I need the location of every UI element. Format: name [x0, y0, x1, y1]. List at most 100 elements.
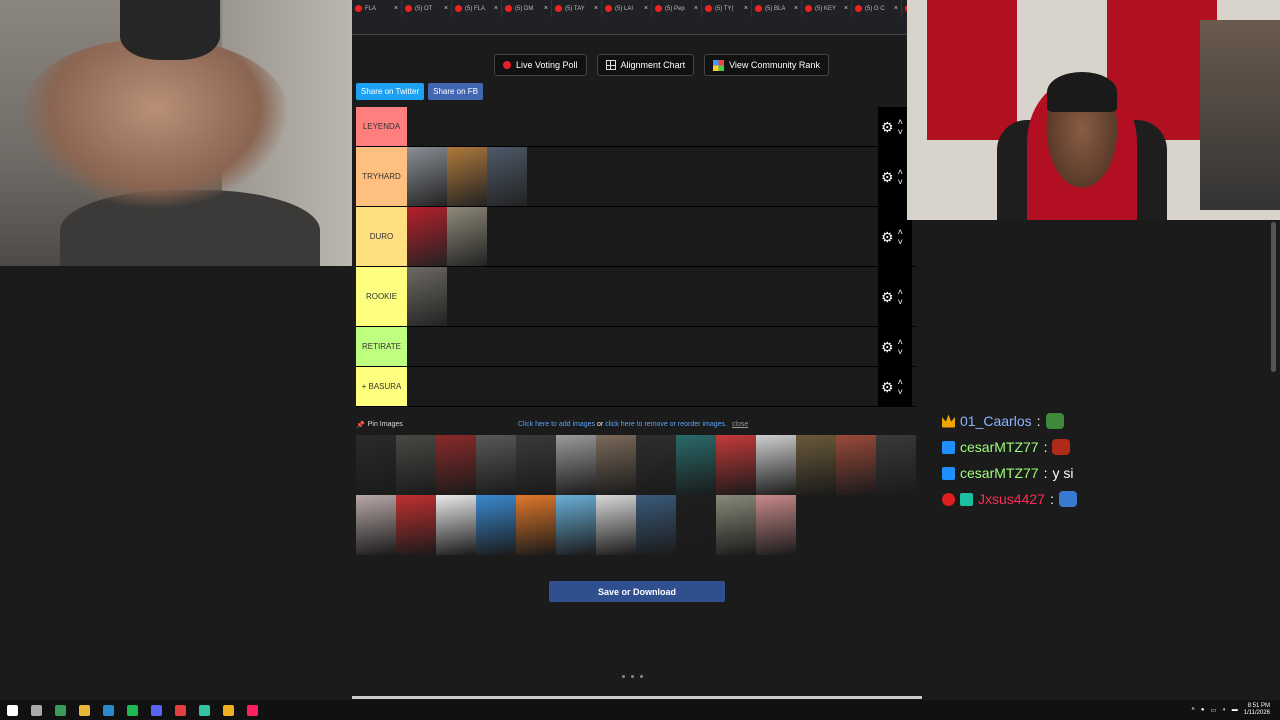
windows-start-icon[interactable]	[0, 700, 24, 720]
pool-image[interactable]	[516, 495, 556, 555]
tiktok-icon[interactable]	[240, 700, 264, 720]
pool-image[interactable]	[716, 435, 756, 495]
pool-image[interactable]	[796, 435, 836, 495]
pool-image[interactable]	[516, 435, 556, 495]
close-link[interactable]: close	[732, 421, 748, 428]
vertical-scrollbar[interactable]	[1271, 222, 1276, 372]
pool-image[interactable]	[596, 435, 636, 495]
horizontal-scrollbar[interactable]	[352, 696, 922, 699]
pool-image[interactable]	[876, 435, 916, 495]
close-tab-icon[interactable]: ×	[494, 5, 498, 12]
alignment-chart-button[interactable]: Alignment Chart	[596, 54, 695, 76]
pool-image[interactable]	[596, 495, 636, 555]
browser-tab[interactable]: (5) FLA ×	[452, 0, 502, 17]
pool-image[interactable]	[756, 495, 796, 555]
close-tab-icon[interactable]: ×	[544, 5, 548, 12]
volume-icon[interactable]: ◖	[1222, 707, 1226, 713]
close-tab-icon[interactable]: ×	[694, 5, 698, 12]
chevron-down-icon[interactable]: ˅	[898, 387, 903, 397]
pool-image[interactable]	[716, 495, 756, 555]
remove-images-link[interactable]: click here to remove or reorder images.	[605, 421, 727, 428]
network-icon[interactable]: ▭	[1210, 707, 1216, 714]
pool-image[interactable]	[636, 435, 676, 495]
chevron-down-icon[interactable]: ˅	[898, 237, 903, 247]
chevron-down-icon[interactable]: ˅	[898, 177, 903, 187]
pool-image[interactable]	[396, 495, 436, 555]
live-voting-poll-button[interactable]: Live Voting Poll	[494, 54, 587, 76]
chevron-up-icon[interactable]: ˄	[898, 117, 903, 127]
close-tab-icon[interactable]: ×	[794, 5, 798, 12]
pool-image[interactable]	[436, 435, 476, 495]
share-fb-button[interactable]: Share on FB	[428, 83, 484, 100]
browser-tab[interactable]: (5) TY(×	[702, 0, 752, 17]
pool-image[interactable]	[356, 435, 396, 495]
save-download-button[interactable]: Save or Download	[549, 581, 725, 602]
browser-tab[interactable]: (5) TAY ×	[552, 0, 602, 17]
tier-image[interactable]	[407, 207, 447, 266]
chevron-up-icon[interactable]: ˄	[898, 227, 903, 237]
close-tab-icon[interactable]: ×	[844, 5, 848, 12]
discord-icon[interactable]	[144, 700, 168, 720]
community-rank-button[interactable]: View Community Rank	[704, 54, 829, 76]
tier-image[interactable]	[447, 207, 487, 266]
browser-tab[interactable]: FLA ×	[352, 0, 402, 17]
browser-tab[interactable]: (5) KEY ×	[802, 0, 852, 17]
chevron-up-icon[interactable]: ˄	[898, 337, 903, 347]
pool-image[interactable]	[836, 435, 876, 495]
terminal-icon[interactable]	[48, 700, 72, 720]
tier-label[interactable]: DURO	[356, 207, 407, 266]
browser-tab[interactable]: (5) BLA ×	[752, 0, 802, 17]
chevron-up-icon[interactable]: ˄	[898, 167, 903, 177]
tier-label[interactable]: ROOKIE	[356, 267, 407, 326]
gear-icon[interactable]: ⚙	[881, 380, 894, 394]
pool-image[interactable]	[356, 495, 396, 555]
spotify-icon[interactable]	[120, 700, 144, 720]
gear-icon[interactable]: ⚙	[881, 290, 894, 304]
tray-chevron-icon[interactable]: ˄	[1191, 707, 1195, 713]
tier-label[interactable]: RETIRATE	[356, 327, 407, 366]
tier-label[interactable]: LEYENDA	[356, 107, 407, 146]
close-tab-icon[interactable]: ×	[744, 5, 748, 12]
tier-image[interactable]	[447, 147, 487, 206]
chevron-down-icon[interactable]: ˅	[898, 297, 903, 307]
close-tab-icon[interactable]: ×	[394, 5, 398, 12]
obs-icon[interactable]	[168, 700, 192, 720]
tier-label[interactable]: + BASURA	[356, 367, 407, 406]
browser-tab[interactable]: (5) Pep ×	[652, 0, 702, 17]
tier-image[interactable]	[407, 147, 447, 206]
close-tab-icon[interactable]: ×	[594, 5, 598, 12]
gear-icon[interactable]: ⚙	[881, 340, 894, 354]
search-icon[interactable]	[24, 700, 48, 720]
tier-image[interactable]	[487, 147, 527, 206]
close-tab-icon[interactable]: ×	[894, 5, 898, 12]
browser-tab[interactable]: (5) G C ×	[852, 0, 902, 17]
pool-image[interactable]	[556, 495, 596, 555]
tier-image[interactable]	[407, 267, 447, 326]
pool-image[interactable]	[676, 495, 716, 555]
streamlabs-icon[interactable]	[192, 700, 216, 720]
gear-icon[interactable]: ⚙	[881, 170, 894, 184]
gear-icon[interactable]: ⚙	[881, 230, 894, 244]
gear-icon[interactable]: ⚙	[881, 120, 894, 134]
share-twitter-button[interactable]: Share on Twitter	[356, 83, 425, 100]
edge-icon[interactable]	[96, 700, 120, 720]
pool-image[interactable]	[396, 435, 436, 495]
pool-image[interactable]	[636, 495, 676, 555]
close-tab-icon[interactable]: ×	[444, 5, 448, 12]
pool-image[interactable]	[756, 435, 796, 495]
chevron-down-icon[interactable]: ˅	[898, 347, 903, 357]
chevron-up-icon[interactable]: ˄	[898, 377, 903, 387]
clock[interactable]: 8:51 PM 1/11/2026	[1244, 703, 1270, 717]
chevron-down-icon[interactable]: ˅	[898, 127, 903, 137]
mic-icon[interactable]: ●	[1201, 707, 1205, 713]
battery-icon[interactable]: ▬	[1232, 707, 1238, 713]
close-tab-icon[interactable]: ×	[644, 5, 648, 12]
chrome-icon[interactable]	[216, 700, 240, 720]
pin-images-toggle[interactable]: 📌 Pin Images	[356, 421, 403, 429]
pool-image[interactable]	[676, 435, 716, 495]
browser-tab[interactable]: (5) DM ×	[502, 0, 552, 17]
pool-image[interactable]	[556, 435, 596, 495]
chevron-up-icon[interactable]: ˄	[898, 287, 903, 297]
tier-label[interactable]: TRYHARD	[356, 147, 407, 206]
file-explorer-icon[interactable]	[72, 700, 96, 720]
